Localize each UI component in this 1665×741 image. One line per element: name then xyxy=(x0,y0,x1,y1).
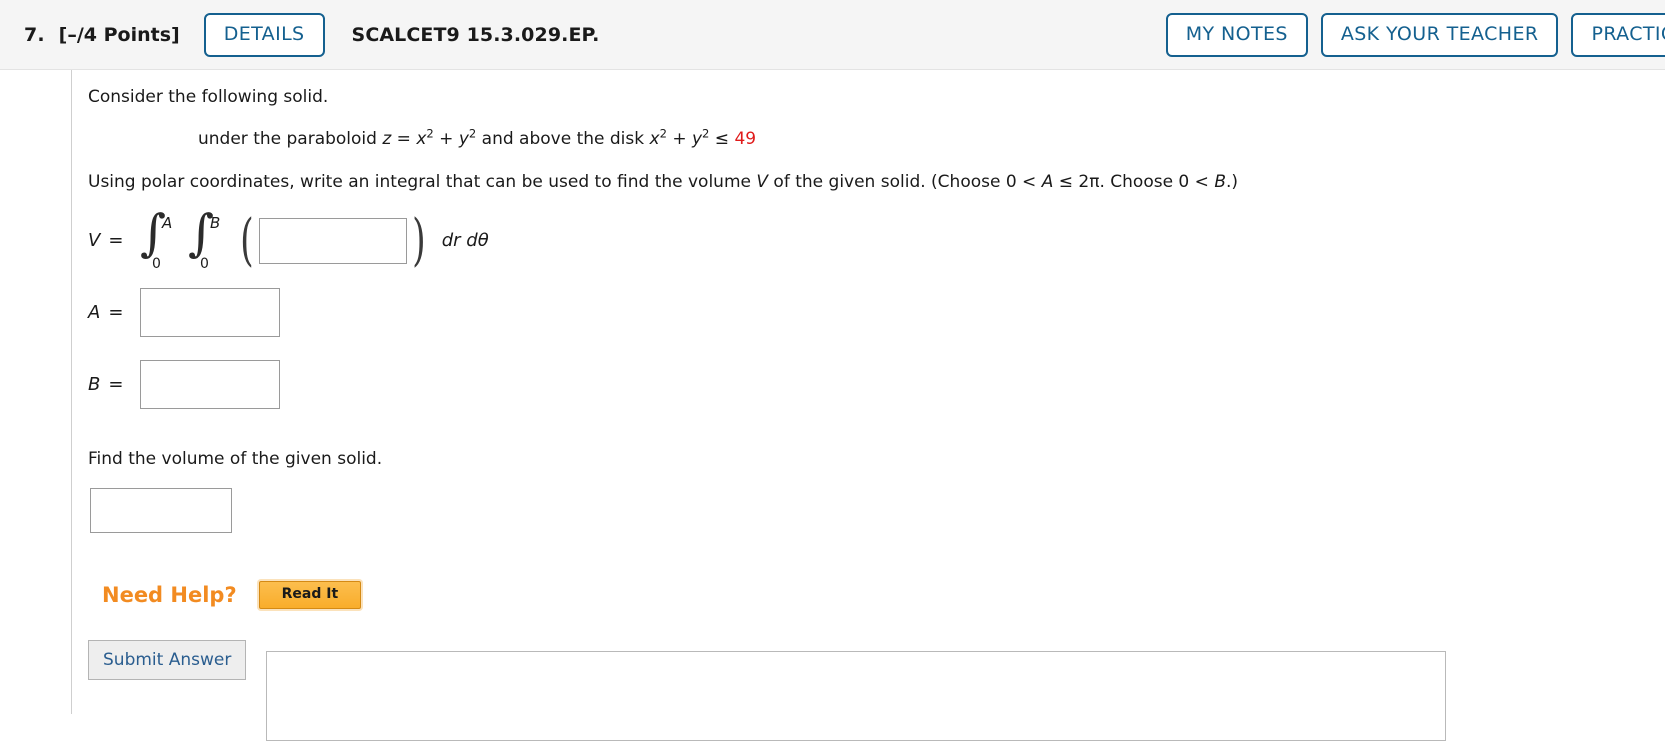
assignment-code: SCALCET9 15.3.029.EP. xyxy=(351,23,600,46)
solid-desc-prefix: under the paraboloid xyxy=(198,128,383,149)
outer-lower-limit: 0 xyxy=(152,255,161,272)
need-help-label: Need Help? xyxy=(102,582,237,607)
A-input[interactable] xyxy=(140,287,280,337)
inner-lower-limit: 0 xyxy=(200,255,209,272)
question-points: [–/4 Points] xyxy=(58,23,180,46)
outer-upper-limit: A xyxy=(162,213,173,232)
my-notes-button[interactable]: MY NOTES xyxy=(1165,12,1308,57)
variable-y-2: y xyxy=(691,128,703,149)
question-number: 7. xyxy=(24,23,45,46)
instruction-part-4: .) xyxy=(1225,171,1239,192)
exponent-x-2: 2 xyxy=(659,126,667,141)
integral-V-label: V = xyxy=(88,230,140,251)
instruction-part-1: Using polar coordinates, write an integr… xyxy=(88,171,757,192)
close-paren: ) xyxy=(412,207,426,273)
exponent-x: 2 xyxy=(426,126,434,141)
B-input[interactable] xyxy=(140,359,280,409)
variable-z: z xyxy=(382,128,392,149)
variable-x-2: x xyxy=(649,128,660,149)
instruction-line: Using polar coordinates, write an integr… xyxy=(88,171,1648,194)
answer-feedback-panel xyxy=(266,651,1447,741)
differentials-label: dr dθ xyxy=(441,230,489,252)
question-body: Consider the following solid. under the … xyxy=(88,70,1648,610)
integral-equals-sign: = xyxy=(108,230,124,252)
leq-sign: ≤ xyxy=(709,128,735,149)
inner-upper-limit: B xyxy=(210,213,221,232)
need-help-row: Need Help? Read It xyxy=(102,580,1648,610)
disk-radius-value: 49 xyxy=(734,128,757,149)
solid-description: under the paraboloid z = x2 + y2 and abo… xyxy=(198,128,1648,151)
plus-sign-1: + xyxy=(433,128,459,149)
A-label: A = xyxy=(88,302,140,323)
practice-another-button[interactable]: PRACTICE xyxy=(1571,12,1665,57)
details-button[interactable]: DETAILS xyxy=(203,12,325,57)
V-symbol: V xyxy=(88,230,101,252)
variable-A: A xyxy=(1041,171,1054,192)
B-equals-sign: = xyxy=(108,373,124,395)
A-equals-sign: = xyxy=(108,301,124,323)
instruction-part-2: of the given solid. (Choose 0 < xyxy=(768,171,1042,192)
variable-y: y xyxy=(458,128,469,149)
plus-sign-2: + xyxy=(666,128,692,149)
submit-area: Submit Answer xyxy=(88,640,1588,741)
outer-integral: ∫ A 0 xyxy=(140,208,186,272)
field-row-B: B = xyxy=(88,359,1648,409)
left-rail-divider xyxy=(71,70,72,714)
ask-your-teacher-button[interactable]: ASK YOUR TEACHER xyxy=(1320,12,1559,57)
B-symbol: B xyxy=(88,373,101,395)
variable-x: x xyxy=(416,128,427,149)
volume-input[interactable] xyxy=(90,487,232,533)
find-volume-line: Find the volume of the given solid. xyxy=(88,448,383,469)
question-header-bar: 7. [–/4 Points] DETAILS SCALCET9 15.3.02… xyxy=(0,0,1665,70)
consider-line: Consider the following solid. xyxy=(88,87,329,107)
open-paren: ( xyxy=(240,207,254,273)
read-it-button[interactable]: Read It xyxy=(258,580,362,610)
integral-expression-row: V = ∫ A 0 ∫ B 0 ( ) dr dθ xyxy=(88,207,1648,273)
header-actions: MY NOTES ASK YOUR TEACHER PRACTICE xyxy=(1165,12,1665,57)
field-row-A: A = xyxy=(88,287,1648,337)
instruction-part-3: ≤ 2π. Choose 0 < xyxy=(1053,171,1215,192)
solid-desc-middle: and above the disk xyxy=(476,128,650,149)
variable-V: V xyxy=(756,171,769,192)
equals-sign: = xyxy=(391,128,417,149)
inner-integral: ∫ B 0 xyxy=(188,208,234,272)
variable-B: B xyxy=(1214,171,1226,192)
submit-answer-button[interactable]: Submit Answer xyxy=(88,640,247,680)
integrand-input[interactable] xyxy=(258,217,407,264)
A-symbol: A xyxy=(88,301,101,323)
B-label: B = xyxy=(88,374,140,395)
